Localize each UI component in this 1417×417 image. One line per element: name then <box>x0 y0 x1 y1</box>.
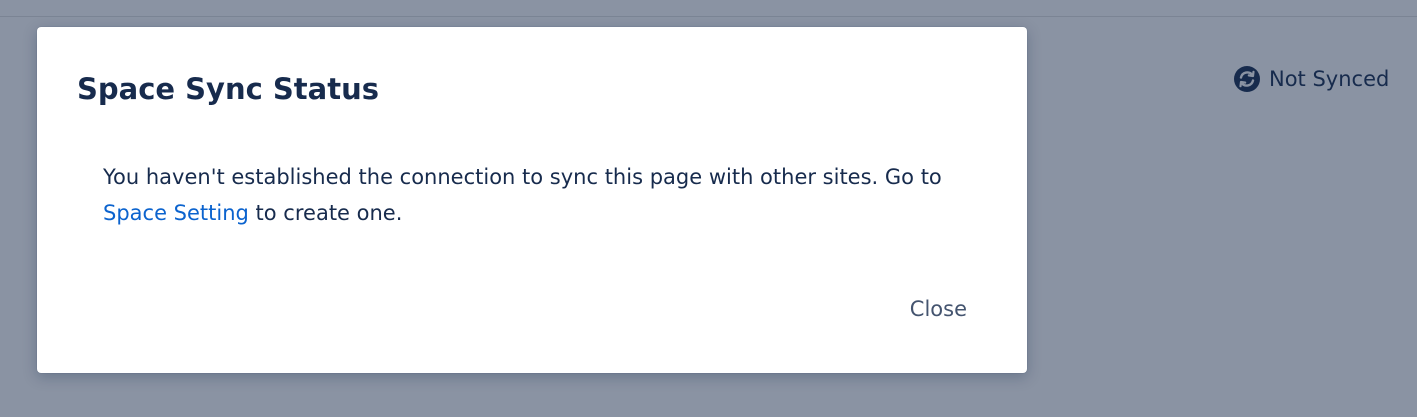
dialog-title: Space Sync Status <box>77 72 379 106</box>
dialog-body-text-end: to create one. <box>248 201 403 225</box>
space-setting-link[interactable]: Space Setting <box>103 201 249 225</box>
sync-icon <box>1233 65 1261 93</box>
sync-status-button[interactable]: Not Synced <box>1233 64 1389 94</box>
dialog-body: You haven't established the connection t… <box>103 159 963 231</box>
dialog-body-text: You haven't established the connection t… <box>103 165 942 189</box>
sync-status-label: Not Synced <box>1269 67 1390 91</box>
close-button[interactable]: Close <box>894 291 983 327</box>
header-divider <box>0 0 1417 17</box>
sync-status-dialog: Space Sync Status You haven't establishe… <box>37 27 1027 373</box>
